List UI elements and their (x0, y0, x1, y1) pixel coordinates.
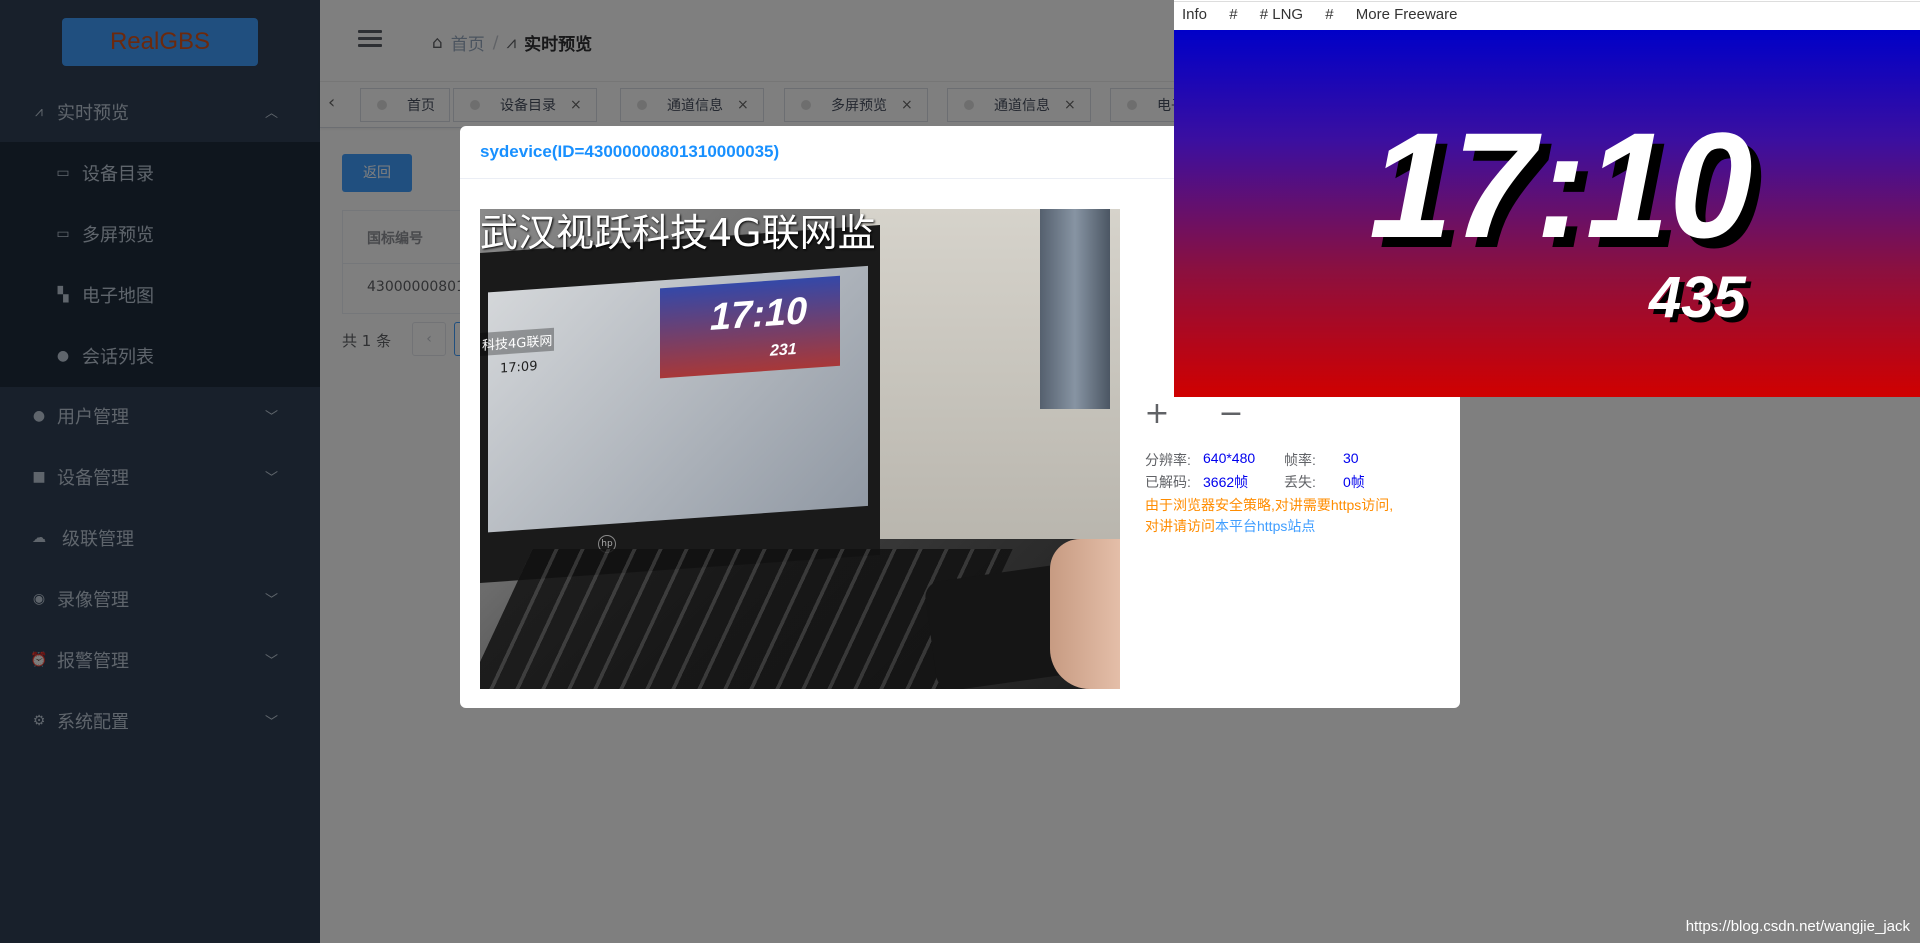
lost-value: 0帧 (1343, 474, 1365, 490)
inner-osd-time: 17:09 (500, 358, 538, 377)
https-site-link[interactable]: 本平台https站点 (1215, 518, 1315, 534)
inner-clock-thumbnail: 17:10 231 (660, 275, 840, 379)
clock-window-menu: Info # # LNG # More Freeware (1182, 6, 1475, 23)
menu-lng[interactable]: # LNG (1260, 6, 1303, 23)
menu-info[interactable]: Info (1182, 6, 1207, 23)
menu-more-freeware[interactable]: More Freeware (1356, 6, 1458, 23)
lost-label: 丢失: (1284, 474, 1316, 490)
menu-hash-2[interactable]: # (1325, 6, 1333, 23)
clock-display: 17:10 435 (1174, 30, 1920, 397)
zoom-out-button[interactable]: − (1216, 396, 1246, 431)
menu-hash[interactable]: # (1229, 6, 1237, 23)
decoded-value: 3662帧 (1203, 474, 1249, 490)
clock-window: Info # # LNG # More Freeware 17:10 435 (1174, 0, 1920, 397)
https-warning: 由于浏览器安全策略,对讲需要https访问, (1145, 497, 1394, 513)
video-osd-text: 武汉视跃科技4G联网监 (480, 211, 876, 255)
decoded-label: 已解码: (1145, 474, 1191, 490)
zoom-in-button[interactable]: + (1142, 396, 1172, 431)
fps-label: 帧率: (1284, 452, 1316, 468)
clock-frame-count: 435 (1649, 265, 1746, 330)
inner-clock-frame: 231 (770, 340, 797, 360)
resolution-value: 640*480 (1203, 450, 1256, 466)
watermark: https://blog.csdn.net/wangjie_jack (1685, 918, 1910, 935)
inner-clock-time: 17:10 (710, 290, 808, 339)
warning-prefix: 对讲请访问 (1145, 518, 1215, 534)
resolution-label: 分辨率: (1145, 452, 1191, 468)
clock-time: 17:10 (1369, 101, 1753, 269)
video-player[interactable]: 17:10 231 科技4G联网 17:09 hp 武汉视跃科技4G联网监 (480, 209, 1120, 689)
fps-value: 30 (1343, 450, 1359, 466)
dialog-title: sydevice(ID=43000000801310000035) (480, 142, 780, 161)
https-warning-line2: 对讲请访问本平台https站点 (1145, 516, 1315, 536)
